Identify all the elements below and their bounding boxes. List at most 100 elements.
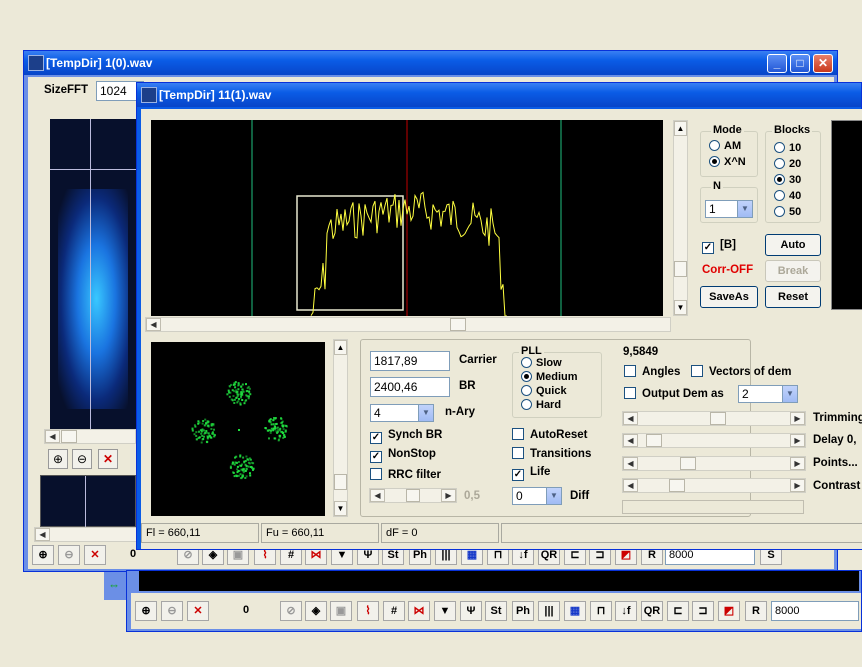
hold-icon[interactable]: ⊏ [667,601,689,621]
saveas-button[interactable]: SaveAs [700,286,758,308]
auto-button[interactable]: Auto [765,234,821,256]
wave-icon[interactable]: ⊐ [692,601,714,621]
zoom-out-icon[interactable]: ⊖ [161,601,183,621]
close-button[interactable]: ✕ [813,54,833,73]
constellation-vscroll[interactable]: ▲ ▼ [333,339,348,517]
table-icon[interactable]: ▦ [564,601,586,621]
swap-icon[interactable]: ⇔ [108,578,120,592]
angles-checkbox[interactable]: Angles [624,365,680,379]
bottom-toolbar: ⊕ ⊖ ✕ 0 ⊘ ◈ ▣ ⌇ # ⋈ ▼ Ψ St Ph ||| ▦ ⊓ ↓f… [135,599,859,623]
delay-slider[interactable]: ◀ ▶ [622,433,806,448]
reset-button[interactable]: Reset [765,286,821,308]
zoom-in-icon[interactable]: ⊕ [32,545,54,565]
pll-hard-radio[interactable]: Hard [521,399,561,413]
autoreset-checkbox[interactable]: AutoReset [512,428,588,442]
constellation-cluster [191,418,216,444]
slider-thumb [680,457,696,470]
ph-icon[interactable]: Ph [512,601,534,621]
delete-icon[interactable]: ✕ [187,601,209,621]
stop-icon[interactable]: ⊘ [280,601,302,621]
nary-label: n-Ary [445,406,476,418]
qr-icon[interactable]: QR [641,601,663,621]
br-label: BR [459,380,476,392]
status-df: dF = 0 [381,523,499,543]
delete-icon[interactable]: ✕ [84,545,106,565]
carrier-label: Carrier [459,354,497,366]
vectors-checkbox[interactable]: Vectors of dem [691,365,791,379]
n-title: N [711,180,723,192]
mode-xn-radio[interactable]: X^N [709,156,746,170]
spectrum-svg [251,120,562,317]
chart-icon[interactable]: ⋈ [408,601,430,621]
points-label: Points... [813,457,858,469]
output-dem-checkbox[interactable]: Output Dem as [624,387,724,401]
constellation-svg [191,381,288,480]
constellation-display [151,342,325,516]
grid-icon[interactable]: # [383,601,405,621]
spectrum-icon[interactable]: ⌇ [357,601,379,621]
zoom-in-icon[interactable]: ⊕ [135,601,157,621]
spectrum-vscroll[interactable]: ▲ ▼ [673,120,688,316]
spectrum-hscroll[interactable]: ◀ [145,317,671,332]
break-button[interactable]: Break [765,260,821,282]
blocks-20-radio[interactable]: 20 [774,158,801,172]
mark-icon[interactable]: ◩ [718,601,740,621]
sound-icon[interactable]: ◈ [305,601,327,621]
br-input[interactable]: 2400,46 [370,377,450,397]
rrc-slider[interactable]: ◀ ▶ [369,488,457,503]
antenna-icon[interactable]: Ψ [460,601,482,621]
b-checkbox[interactable]: ✓ [B] [702,239,736,254]
zoom-out-icon[interactable]: ⊖ [58,545,80,565]
main-window-titlebar[interactable]: [TempDir] 11(1).wav [137,83,861,107]
rate-input[interactable]: 8000 [771,601,859,621]
nonstop-checkbox[interactable]: ✓ NonStop [370,448,436,463]
step-icon[interactable]: ↓f [615,601,637,621]
chevron-down-icon: ▼ [418,405,433,421]
trimming-slider[interactable]: ◀ ▶ [622,411,806,426]
bars-icon[interactable]: ||| [538,601,560,621]
blocks-group: Blocks 10 20 30 40 50 [765,124,821,223]
contrast-slider[interactable]: ◀ ▶ [622,478,806,493]
pll-quick-radio[interactable]: Quick [521,385,567,399]
main-window-title: [TempDir] 11(1).wav [159,88,272,102]
zoom-in-icon[interactable]: ⊕ [48,449,68,469]
blocks-30-radio[interactable]: 30 [774,174,801,188]
maximize-button[interactable]: □ [790,54,810,73]
minimize-button[interactable]: _ [767,54,787,73]
output-dem-select[interactable]: 2 ▼ [738,385,798,403]
down-arrow-icon[interactable]: ▼ [434,601,456,621]
blocks-10-radio[interactable]: 10 [774,142,801,156]
nary-select[interactable]: 4 ▼ [370,404,434,422]
blocks-50-radio[interactable]: 50 [774,206,801,220]
zoom-out-icon[interactable]: ⊖ [72,449,92,469]
mode-am-radio[interactable]: AM [709,140,741,154]
progress-bar [622,500,804,514]
secondary-scrollbar[interactable]: ◀ [34,527,146,542]
r-button[interactable]: R [745,601,767,621]
synch-br-checkbox[interactable]: ✓ Synch BR [370,429,442,444]
secondary-display [40,475,136,528]
rrc-filter-checkbox[interactable]: RRC filter [370,468,441,482]
n-select[interactable]: 1 ▼ [705,200,753,218]
background-window-titlebar[interactable]: [TempDir] 1(0).wav _ □ ✕ [24,51,837,75]
pulse-icon[interactable]: ⊓ [590,601,612,621]
waterfall-display [50,119,138,429]
carrier-input[interactable]: 1817,89 [370,351,450,371]
mode-title: Mode [711,124,744,136]
points-slider[interactable]: ◀ ▶ [622,456,806,471]
st-icon[interactable]: St [485,601,507,621]
status-bar: Fl = 660,11 Fu = 660,11 dF = 0 [141,523,862,543]
pll-slow-radio[interactable]: Slow [521,357,562,371]
life-checkbox[interactable]: ✓ Life [512,466,550,481]
transitions-checkbox[interactable]: Transitions [512,447,591,461]
pll-medium-radio[interactable]: Medium [521,371,578,385]
app-icon [141,87,157,103]
blocks-40-radio[interactable]: 40 [774,190,801,204]
status-fu: Fu = 660,11 [261,523,379,543]
frame-icon[interactable]: ▣ [330,601,352,621]
delete-icon[interactable]: ✕ [98,449,118,469]
waterfall-scrollbar[interactable]: ◀ [44,429,136,444]
slider-thumb [669,479,685,492]
diff-select[interactable]: 0 ▼ [512,487,562,505]
readout-value: 9,5849 [623,346,659,358]
